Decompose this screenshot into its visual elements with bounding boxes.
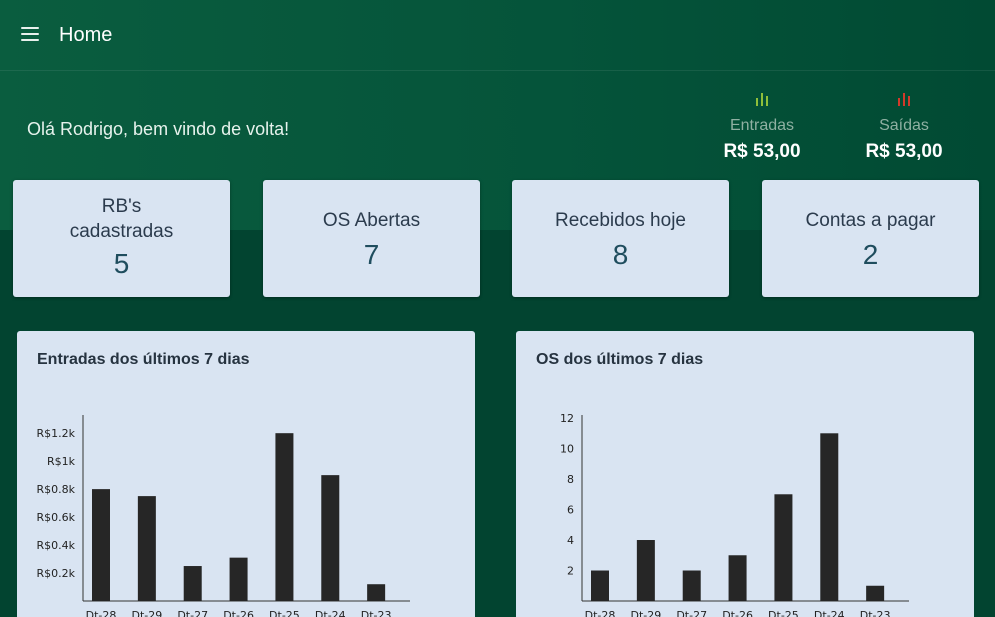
menu-icon[interactable] (21, 27, 39, 41)
y-tick-label: 10 (560, 443, 574, 456)
bar-chart-icon (844, 92, 964, 108)
y-tick-label: 4 (567, 534, 574, 547)
y-tick-label: R$0.2k (36, 567, 75, 580)
y-tick-label: 2 (567, 565, 574, 578)
bar (367, 584, 386, 601)
x-tick-label: Dt-27 (177, 609, 208, 617)
card-recebidos-hoje[interactable]: Recebidos hoje 8 (512, 180, 729, 297)
x-tick-label: Dt-26 (722, 609, 753, 617)
x-tick-label: Dt-29 (630, 609, 661, 617)
bar (321, 475, 340, 601)
chart-panel-os: OS dos últimos 7 dias 2 4 6 8 10 12 Dt-28 Dt-29… (516, 331, 974, 617)
bar (92, 489, 110, 601)
card-title: Recebidos hoje (555, 210, 686, 231)
bar (866, 585, 885, 601)
y-tick-label: 8 (567, 473, 574, 486)
y-tick-label: R$0.6k (36, 511, 75, 524)
x-tick-label: Dt-28 (585, 609, 616, 617)
chart-os: 2 4 6 8 10 12 Dt-28 Dt-29 Dt-27 Dt-26 Dt-25 Dt-24 Dt… (560, 412, 909, 617)
card-title: RB's cadastradas (69, 196, 174, 242)
card-title: Contas a pagar (805, 210, 936, 231)
y-tick-label: R$0.4k (36, 539, 75, 552)
y-tick-label: R$1k (47, 455, 76, 468)
chart-panel-entradas: Entradas dos últimos 7 dias R$0.2k R$0.4k… (17, 331, 475, 617)
bar (137, 496, 156, 601)
summary-entradas: Entradas R$ 53,00 (702, 92, 822, 163)
card-value: 7 (363, 239, 380, 270)
y-tick-label: R$0.8k (36, 483, 75, 496)
x-tick-label: Dt-27 (676, 609, 707, 617)
y-tick-label: 6 (567, 504, 574, 517)
saidas-label: Saídas (879, 117, 929, 134)
card-rbs-cadastradas[interactable]: RB's cadastradas 5 (13, 180, 230, 297)
x-tick-label: Dt-28 (86, 609, 117, 617)
bar (774, 494, 793, 601)
x-tick-label: Dt-23 (860, 609, 891, 617)
card-os-abertas[interactable]: OS Abertas 7 (263, 180, 480, 297)
page-title: Home (59, 24, 113, 46)
bar (820, 433, 839, 601)
entradas-label: Entradas (729, 117, 795, 134)
card-title: OS Abertas (322, 210, 421, 231)
x-tick-label: Dt-23 (361, 609, 392, 617)
x-tick-label: Dt-29 (131, 609, 162, 617)
bar (275, 433, 294, 601)
saidas-value: R$ 53,00 (865, 141, 943, 162)
x-tick-label: Dt-25 (269, 609, 300, 617)
top-app-bar: Home (0, 0, 995, 71)
card-contas-a-pagar[interactable]: Contas a pagar 2 (762, 180, 979, 297)
bar-chart-icon (702, 92, 822, 108)
bar (682, 570, 701, 601)
x-tick-label: Dt-25 (768, 609, 799, 617)
chart-entradas: R$0.2k R$0.4k R$0.6k R$0.8k R$1k R$1.2k Dt-28 D… (36, 415, 410, 617)
x-tick-label: Dt-24 (814, 609, 845, 617)
bar (183, 566, 202, 601)
entradas-value: R$ 53,00 (723, 141, 801, 162)
welcome-message: Olá Rodrigo, bem vindo de volta! (27, 119, 290, 139)
card-value: 5 (113, 248, 130, 279)
y-tick-label: R$1.2k (36, 427, 75, 440)
bar (591, 570, 609, 601)
bar (636, 540, 655, 601)
card-value: 2 (862, 239, 879, 270)
y-tick-label: 12 (560, 412, 574, 425)
summary-saidas: Saídas R$ 53,00 (844, 92, 964, 163)
bar (728, 555, 747, 601)
card-value: 8 (612, 239, 629, 270)
x-tick-label: Dt-24 (315, 609, 346, 617)
x-tick-label: Dt-26 (223, 609, 254, 617)
bar (229, 557, 248, 601)
